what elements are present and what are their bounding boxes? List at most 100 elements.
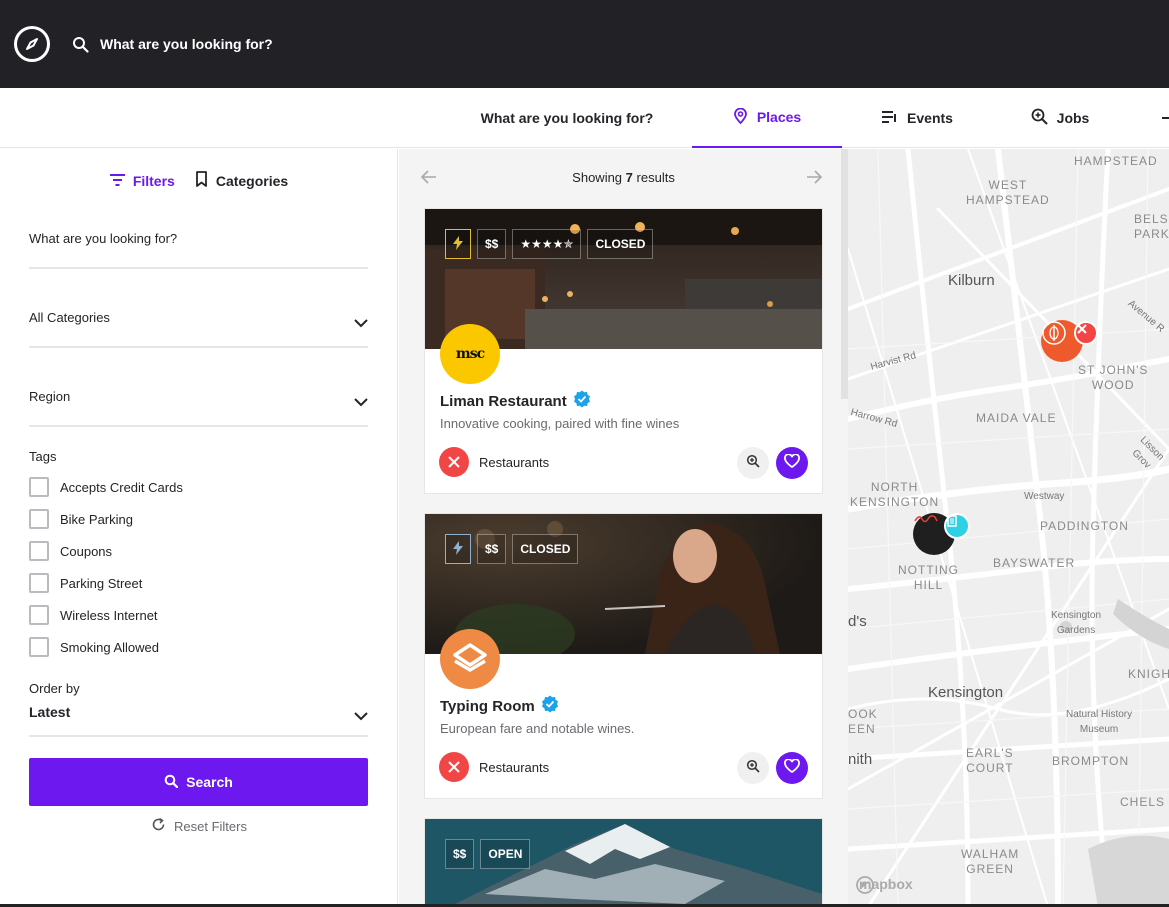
search-icon	[164, 774, 179, 791]
tab-categories[interactable]: Categories	[195, 171, 288, 190]
keyword-placeholder: What are you looking for?	[29, 231, 178, 246]
results-list: Showing 7 results $$ ★★★★✯ CLOSED msc Li…	[399, 149, 848, 907]
bookmark-button[interactable]	[776, 752, 808, 784]
listing-logo	[440, 629, 500, 689]
document-pin-icon[interactable]	[944, 513, 970, 539]
tag-label: Wireless Internet	[60, 607, 158, 623]
arrow-right-icon[interactable]	[806, 170, 823, 189]
listing-card[interactable]: $$ OPEN	[424, 818, 823, 907]
search-zoom-icon	[1031, 108, 1048, 128]
map-label: KNIGHTS	[1128, 667, 1169, 681]
tag-label: Accepts Credit Cards	[60, 479, 183, 495]
checkbox-box[interactable]	[29, 573, 49, 593]
reset-filters-button[interactable]: Reset Filters	[0, 817, 398, 835]
logo-text: msc	[455, 346, 485, 362]
heart-icon	[784, 757, 800, 778]
tab-places[interactable]: Places	[692, 88, 842, 148]
price-badge: $$	[477, 534, 507, 564]
listing-category[interactable]: Restaurants	[439, 752, 549, 782]
tag-label: Bike Parking	[60, 511, 133, 527]
results-count: Showing 7 results	[399, 170, 848, 185]
map-label: NORTH KENSINGTON	[850, 480, 940, 509]
results-prefix: Showing	[572, 170, 623, 185]
sidebar-tabs: Filters Categories	[0, 171, 398, 190]
listing-image[interactable]: $$ OPEN	[425, 819, 822, 907]
checkbox-box[interactable]	[29, 477, 49, 497]
results-number: 7	[625, 170, 633, 185]
results-scrollbar[interactable]	[841, 149, 848, 399]
listing-description: European fare and notable wines.	[440, 721, 635, 736]
search-icon	[72, 36, 89, 58]
restaurant-icon	[439, 447, 469, 477]
region-select-value: Region	[29, 389, 71, 404]
listing-title-text: Typing Room	[440, 697, 535, 715]
verified-icon	[573, 390, 591, 412]
map-label: HAMPSTEAD	[1074, 154, 1158, 168]
restaurant-pin-icon[interactable]	[1074, 321, 1098, 345]
mapbox-attribution[interactable]: mapbox	[856, 876, 913, 894]
map-pin-icon	[733, 107, 748, 127]
map-label: BELSIZ PARK	[1134, 212, 1169, 241]
price-badge: $$	[477, 229, 507, 259]
listing-title[interactable]: Liman Restaurant	[440, 390, 591, 412]
top-search-input[interactable]: What are you looking for?	[100, 36, 273, 52]
zoom-in-icon	[746, 454, 760, 473]
listing-title[interactable]: Typing Room	[440, 695, 559, 717]
compass-logo-icon[interactable]	[14, 26, 50, 62]
tab-label: Categories	[215, 172, 289, 189]
bookmark-button[interactable]	[776, 447, 808, 479]
explore-tabs: What are you looking for? Places Events …	[0, 88, 1169, 148]
tag-checkbox[interactable]: Bike Parking	[29, 509, 133, 529]
map-label: Westway	[1024, 491, 1065, 502]
keyword-input[interactable]: What are you looking for?	[29, 231, 368, 269]
map-label: Kensington Gardens	[1051, 610, 1102, 636]
quick-view-button[interactable]	[737, 447, 769, 479]
lightning-icon	[453, 540, 463, 558]
tab-search[interactable]: What are you looking for?	[462, 88, 672, 148]
quick-view-button[interactable]	[737, 752, 769, 784]
map-label: PADDINGTON	[1040, 519, 1129, 533]
map-label: WEST HAMPSTEAD	[966, 178, 1050, 207]
bookmark-icon	[195, 171, 208, 190]
checkbox-box[interactable]	[29, 637, 49, 657]
status-badge: CLOSED	[587, 229, 654, 259]
search-button-label: Search	[186, 774, 233, 790]
search-button[interactable]: Search	[29, 758, 368, 806]
region-select[interactable]: Region	[29, 389, 368, 427]
listing-card[interactable]: $$ CLOSED Typing Room European fare and …	[424, 513, 823, 799]
tag-checkbox[interactable]: Accepts Credit Cards	[29, 477, 183, 497]
listing-badges: $$ ★★★★✯ CLOSED	[445, 229, 654, 259]
tab-jobs[interactable]: Jobs	[1010, 88, 1110, 148]
checkbox-box[interactable]	[29, 509, 49, 529]
status-badge: CLOSED	[512, 534, 579, 564]
listing-description: Innovative cooking, paired with fine win…	[440, 416, 680, 431]
order-by-select[interactable]: Latest	[29, 704, 70, 720]
tag-checkbox[interactable]: Smoking Allowed	[29, 637, 159, 657]
map-label: Natural History Museum	[1066, 709, 1133, 735]
heart-icon	[784, 452, 800, 473]
order-by-label: Order by	[29, 681, 80, 696]
map-label: nith	[848, 751, 873, 768]
checkbox-box[interactable]	[29, 605, 49, 625]
chevron-down-icon[interactable]	[354, 708, 368, 726]
tag-label: Parking Street	[60, 575, 143, 591]
tag-checkbox[interactable]: Parking Street	[29, 573, 142, 593]
tag-checkbox[interactable]: Wireless Internet	[29, 605, 158, 625]
order-by-underline	[29, 735, 368, 737]
featured-badge	[445, 534, 471, 564]
layers-logo-icon	[452, 642, 488, 677]
tab-label: Places	[756, 109, 802, 125]
more-tabs-indicator[interactable]	[1162, 117, 1169, 119]
results-suffix: results	[636, 170, 675, 185]
map-view[interactable]: HAMPSTEAD WEST HAMPSTEAD BELSIZ PARK Kil…	[848, 149, 1169, 907]
listing-category-label: Restaurants	[479, 454, 550, 470]
listing-title-text: Liman Restaurant	[440, 392, 567, 410]
tab-events[interactable]: Events	[862, 88, 972, 148]
checkbox-box[interactable]	[29, 541, 49, 561]
listing-card[interactable]: $$ ★★★★✯ CLOSED msc Liman Restaurant Inn…	[424, 208, 823, 494]
listing-category[interactable]: Restaurants	[439, 447, 549, 477]
category-select[interactable]: All Categories	[29, 310, 368, 348]
tag-checkbox[interactable]: Coupons	[29, 541, 112, 561]
map-label: Kensington	[928, 684, 1004, 701]
tab-filters[interactable]: Filters	[109, 171, 175, 190]
